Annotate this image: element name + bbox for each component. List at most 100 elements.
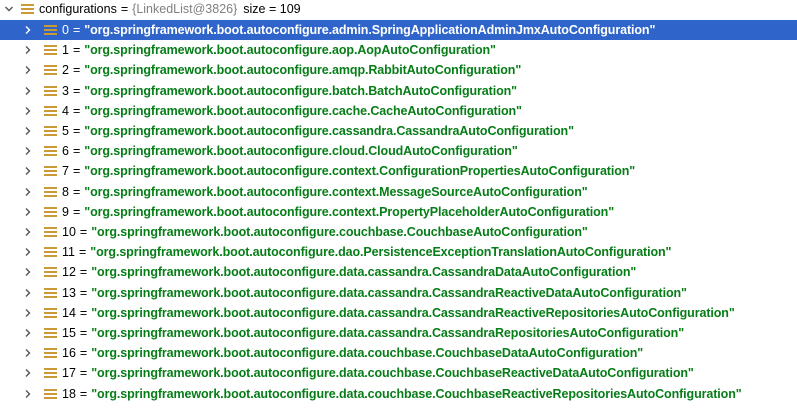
chevron-right-icon[interactable] (23, 368, 33, 378)
item-value: "org.springframework.boot.autoconfigure.… (84, 63, 522, 78)
item-index: 0 (62, 23, 69, 37)
chevron-right-icon[interactable] (23, 65, 33, 75)
chevron-right-icon[interactable] (23, 348, 33, 358)
field-list-icon (44, 246, 57, 258)
list-item[interactable]: 5 = "org.springframework.boot.autoconfigur… (0, 121, 797, 141)
equals-sign: = (72, 63, 81, 78)
field-list-icon (21, 3, 34, 15)
root-type-label: {LinkedList@3826} (132, 2, 238, 16)
chevron-right-icon[interactable] (23, 25, 33, 35)
item-value: "org.springframework.boot.autoconfigure.… (84, 103, 522, 118)
variables-tree: configurations = {LinkedList@3826} size … (0, 0, 797, 408)
equals-sign: = (79, 305, 88, 320)
item-index: 7 (62, 164, 69, 179)
item-value: "org.springframework.boot.autoconfigure.… (91, 346, 644, 361)
tree-root-row[interactable]: configurations = {LinkedList@3826} size … (0, 0, 797, 19)
equals-sign: = (72, 164, 81, 179)
equals-sign: = (79, 386, 88, 401)
list-item[interactable]: 13 = "org.springframework.boot.autoconfigu… (0, 283, 797, 303)
item-index: 13 (62, 285, 76, 300)
item-value: "org.springframework.boot.autoconfigure.… (91, 386, 742, 401)
list-item[interactable]: 11 = "org.springframework.boot.autoconfigu… (0, 242, 797, 262)
equals-sign: = (72, 184, 81, 199)
field-list-icon (44, 186, 57, 198)
list-item[interactable]: 9 = "org.springframework.boot.autoconfigur… (0, 202, 797, 222)
list-item[interactable]: 7 = "org.springframework.boot.autoconfigur… (0, 161, 797, 181)
item-index: 12 (62, 265, 76, 280)
chevron-right-icon[interactable] (23, 267, 33, 277)
field-list-icon (44, 44, 57, 56)
field-list-icon (44, 165, 57, 177)
chevron-right-icon[interactable] (23, 227, 33, 237)
field-list-icon (44, 64, 57, 76)
equals-sign: = (120, 2, 129, 16)
item-index: 6 (62, 144, 69, 159)
item-index: 3 (62, 83, 69, 98)
list-item[interactable]: 4 = "org.springframework.boot.autoconfigur… (0, 101, 797, 121)
field-list-icon (44, 347, 57, 359)
item-value: "org.springframework.boot.autoconfigure.… (91, 225, 588, 239)
item-value: "org.springframework.boot.autoconfigure.… (91, 366, 694, 381)
item-value: "org.springframework.boot.autoconfigure.… (84, 83, 517, 98)
field-list-icon (44, 145, 57, 157)
list-item[interactable]: 12 = "org.springframework.boot.autoconfigu… (0, 262, 797, 282)
list-item[interactable]: 2 = "org.springframework.boot.autoconfigur… (0, 60, 797, 80)
chevron-right-icon[interactable] (23, 328, 33, 338)
chevron-right-icon[interactable] (23, 45, 33, 55)
item-value: "org.springframework.boot.autoconfigure.… (84, 184, 588, 199)
list-item[interactable]: 16 = "org.springframework.boot.autoconfigu… (0, 343, 797, 363)
item-index: 4 (62, 103, 69, 118)
list-item[interactable]: 8 = "org.springframework.boot.autoconfigur… (0, 182, 797, 202)
item-value: "org.springframework.boot.autoconfigure.… (91, 265, 637, 280)
field-list-icon (44, 307, 57, 319)
list-item[interactable]: 14 = "org.springframework.boot.autoconfigu… (0, 303, 797, 323)
chevron-right-icon[interactable] (23, 187, 33, 197)
field-list-icon (44, 105, 57, 117)
list-item[interactable]: 18 = "org.springframework.boot.autoconfigu… (0, 384, 797, 404)
equals-sign: = (78, 245, 87, 260)
item-index: 10 (62, 225, 76, 239)
item-value: "org.springframework.boot.autoconfigure.… (91, 326, 685, 340)
list-item[interactable]: 17 = "org.springframework.boot.autoconfigu… (0, 363, 797, 383)
equals-sign: = (79, 265, 88, 280)
chevron-right-icon[interactable] (23, 146, 33, 156)
item-index: 17 (62, 366, 76, 381)
item-index: 15 (62, 326, 76, 340)
item-value: "org.springframework.boot.autoconfigure.… (91, 285, 687, 300)
equals-sign: = (72, 144, 81, 159)
field-list-icon (44, 367, 57, 379)
list-item[interactable]: 1 = "org.springframework.boot.autoconfigur… (0, 40, 797, 60)
item-value: "org.springframework.boot.autoconfigure.… (84, 144, 518, 159)
item-index: 14 (62, 305, 76, 320)
item-index: 8 (62, 184, 69, 199)
list-item[interactable]: 0 = "org.springframework.boot.autoconfigur… (0, 20, 797, 40)
equals-sign: = (79, 225, 88, 239)
item-value: "org.springframework.boot.autoconfigure.… (84, 124, 574, 138)
equals-sign: = (72, 23, 81, 37)
chevron-right-icon[interactable] (23, 86, 33, 96)
chevron-right-icon[interactable] (23, 247, 33, 257)
chevron-right-icon[interactable] (23, 389, 33, 399)
chevron-right-icon[interactable] (23, 207, 33, 217)
list-item[interactable]: 15 = "org.springframework.boot.autoconfigu… (0, 323, 797, 343)
list-item[interactable]: 10 = "org.springframework.boot.autoconfigu… (0, 222, 797, 242)
field-list-icon (44, 206, 57, 218)
item-index: 1 (62, 43, 69, 58)
item-index: 2 (62, 63, 69, 78)
equals-sign: = (79, 285, 88, 300)
chevron-right-icon[interactable] (23, 106, 33, 116)
equals-sign: = (72, 83, 81, 98)
chevron-down-icon[interactable] (4, 4, 14, 14)
item-value: "org.springframework.boot.autoconfigure.… (84, 164, 636, 179)
chevron-right-icon[interactable] (23, 126, 33, 136)
equals-sign: = (79, 366, 88, 381)
chevron-right-icon[interactable] (23, 166, 33, 176)
field-list-icon (44, 327, 57, 339)
item-value: "org.springframework.boot.autoconfigure.… (84, 23, 656, 37)
chevron-right-icon[interactable] (23, 308, 33, 318)
list-item[interactable]: 3 = "org.springframework.boot.autoconfigur… (0, 81, 797, 101)
item-index: 18 (62, 386, 76, 401)
chevron-right-icon[interactable] (23, 288, 33, 298)
field-list-icon (44, 24, 57, 36)
list-item[interactable]: 6 = "org.springframework.boot.autoconfigur… (0, 141, 797, 161)
